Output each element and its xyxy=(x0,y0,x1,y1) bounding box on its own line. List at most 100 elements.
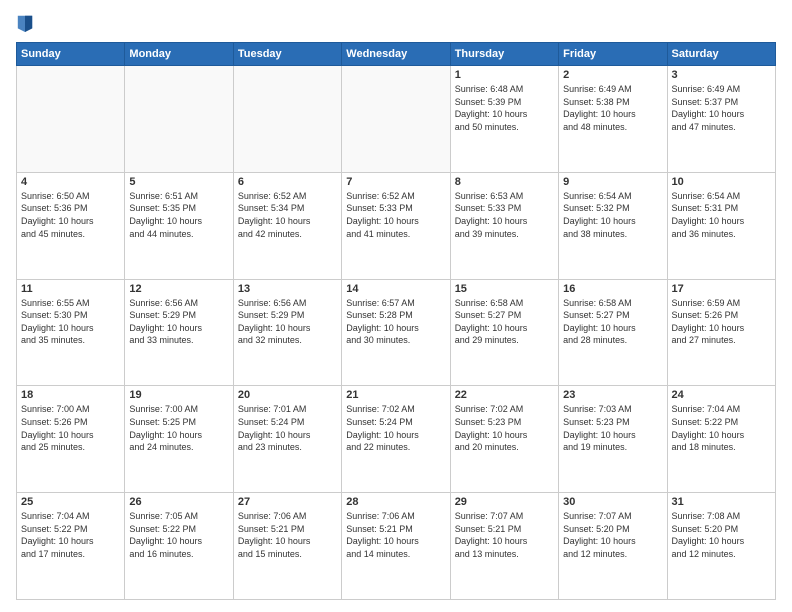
calendar-cell xyxy=(233,66,341,173)
week-row-4: 25Sunrise: 7:04 AM Sunset: 5:22 PM Dayli… xyxy=(17,493,776,600)
calendar-cell: 29 Sunrise: 7:07 AM Sunset: 5:21 PM Dayli… xyxy=(450,493,558,600)
calendar-cell xyxy=(17,66,125,173)
day-info: Sunrise: 6:52 AM Sunset: 5:34 PM Dayligh… xyxy=(238,190,337,240)
day-header-friday: Friday xyxy=(559,43,667,66)
day-info: Sunrise: 6:57 AM Sunset: 5:28 PM Dayligh… xyxy=(346,297,445,347)
day-number: 29 xyxy=(455,496,554,508)
day-info: Sunrise: 6:59 AM Sunset: 5:26 PM Dayligh… xyxy=(672,297,771,347)
day-info: Sunrise: 7:07 AM Sunset: 5:21 PM Dayligh… xyxy=(455,510,554,560)
calendar-cell: 12 Sunrise: 6:56 AM Sunset: 5:29 PM Dayli… xyxy=(125,279,233,386)
day-info: Sunrise: 6:58 AM Sunset: 5:27 PM Dayligh… xyxy=(563,297,662,347)
day-info: Sunrise: 7:02 AM Sunset: 5:23 PM Dayligh… xyxy=(455,403,554,453)
week-row-1: 4 Sunrise: 6:50 AM Sunset: 5:36 PM Daylig… xyxy=(17,172,776,279)
day-info: Sunrise: 7:04 AM Sunset: 5:22 PM Dayligh… xyxy=(21,510,120,560)
calendar-cell: 14 Sunrise: 6:57 AM Sunset: 5:28 PM Dayli… xyxy=(342,279,450,386)
day-number: 30 xyxy=(563,496,662,508)
calendar-cell: 3Sunrise: 6:49 AM Sunset: 5:37 PM Daylig… xyxy=(667,66,775,173)
calendar-cell: 13Sunrise: 6:56 AM Sunset: 5:29 PM Dayli… xyxy=(233,279,341,386)
day-info: Sunrise: 6:50 AM Sunset: 5:36 PM Dayligh… xyxy=(21,190,120,240)
page: SundayMondayTuesdayWednesdayThursdayFrid… xyxy=(0,0,792,612)
day-number: 11 xyxy=(21,283,120,295)
day-info: Sunrise: 6:51 AM Sunset: 5:35 PM Dayligh… xyxy=(129,190,228,240)
day-number: 18 xyxy=(21,389,120,401)
header-row: SundayMondayTuesdayWednesdayThursdayFrid… xyxy=(17,43,776,66)
calendar-cell xyxy=(342,66,450,173)
day-info: Sunrise: 7:00 AM Sunset: 5:26 PM Dayligh… xyxy=(21,403,120,453)
calendar-cell: 22 Sunrise: 7:02 AM Sunset: 5:23 PM Dayli… xyxy=(450,386,558,493)
week-row-2: 11 Sunrise: 6:55 AM Sunset: 5:30 PM Dayli… xyxy=(17,279,776,386)
day-number: 20 xyxy=(238,389,337,401)
day-info: Sunrise: 6:56 AM Sunset: 5:29 PM Dayligh… xyxy=(238,297,337,347)
week-row-3: 18 Sunrise: 7:00 AM Sunset: 5:26 PM Dayli… xyxy=(17,386,776,493)
day-info: Sunrise: 6:53 AM Sunset: 5:33 PM Dayligh… xyxy=(455,190,554,240)
day-info: Sunrise: 7:08 AM Sunset: 5:20 PM Dayligh… xyxy=(672,510,771,560)
calendar-cell: 17Sunrise: 6:59 AM Sunset: 5:26 PM Dayli… xyxy=(667,279,775,386)
calendar-cell: 10Sunrise: 6:54 AM Sunset: 5:31 PM Dayli… xyxy=(667,172,775,279)
day-number: 8 xyxy=(455,176,554,188)
calendar-cell: 23 Sunrise: 7:03 AM Sunset: 5:23 PM Dayli… xyxy=(559,386,667,493)
day-number: 6 xyxy=(238,176,337,188)
calendar-cell: 30Sunrise: 7:07 AM Sunset: 5:20 PM Dayli… xyxy=(559,493,667,600)
calendar-cell: 26 Sunrise: 7:05 AM Sunset: 5:22 PM Dayli… xyxy=(125,493,233,600)
day-number: 14 xyxy=(346,283,445,295)
calendar-cell: 4 Sunrise: 6:50 AM Sunset: 5:36 PM Daylig… xyxy=(17,172,125,279)
calendar-cell: 28Sunrise: 7:06 AM Sunset: 5:21 PM Dayli… xyxy=(342,493,450,600)
day-info: Sunrise: 6:52 AM Sunset: 5:33 PM Dayligh… xyxy=(346,190,445,240)
day-header-thursday: Thursday xyxy=(450,43,558,66)
day-number: 31 xyxy=(672,496,771,508)
calendar-cell: 16 Sunrise: 6:58 AM Sunset: 5:27 PM Dayli… xyxy=(559,279,667,386)
calendar-cell: 15 Sunrise: 6:58 AM Sunset: 5:27 PM Dayli… xyxy=(450,279,558,386)
day-header-saturday: Saturday xyxy=(667,43,775,66)
day-header-sunday: Sunday xyxy=(17,43,125,66)
day-number: 5 xyxy=(129,176,228,188)
day-info: Sunrise: 6:56 AM Sunset: 5:29 PM Dayligh… xyxy=(129,297,228,347)
day-info: Sunrise: 6:48 AM Sunset: 5:39 PM Dayligh… xyxy=(455,83,554,133)
day-number: 12 xyxy=(129,283,228,295)
day-number: 19 xyxy=(129,389,228,401)
day-number: 22 xyxy=(455,389,554,401)
day-header-wednesday: Wednesday xyxy=(342,43,450,66)
day-info: Sunrise: 7:03 AM Sunset: 5:23 PM Dayligh… xyxy=(563,403,662,453)
day-number: 23 xyxy=(563,389,662,401)
week-row-0: 1 Sunrise: 6:48 AM Sunset: 5:39 PM Daylig… xyxy=(17,66,776,173)
day-info: Sunrise: 7:01 AM Sunset: 5:24 PM Dayligh… xyxy=(238,403,337,453)
calendar-cell: 19 Sunrise: 7:00 AM Sunset: 5:25 PM Dayli… xyxy=(125,386,233,493)
calendar-cell xyxy=(125,66,233,173)
day-info: Sunrise: 6:49 AM Sunset: 5:38 PM Dayligh… xyxy=(563,83,662,133)
day-info: Sunrise: 6:54 AM Sunset: 5:31 PM Dayligh… xyxy=(672,190,771,240)
calendar-cell: 25Sunrise: 7:04 AM Sunset: 5:22 PM Dayli… xyxy=(17,493,125,600)
logo-icon xyxy=(16,12,34,34)
day-info: Sunrise: 6:54 AM Sunset: 5:32 PM Dayligh… xyxy=(563,190,662,240)
calendar-cell: 31 Sunrise: 7:08 AM Sunset: 5:20 PM Dayli… xyxy=(667,493,775,600)
header xyxy=(16,12,776,34)
calendar-cell: 24Sunrise: 7:04 AM Sunset: 5:22 PM Dayli… xyxy=(667,386,775,493)
day-number: 21 xyxy=(346,389,445,401)
calendar-cell: 20 Sunrise: 7:01 AM Sunset: 5:24 PM Dayli… xyxy=(233,386,341,493)
calendar-table: SundayMondayTuesdayWednesdayThursdayFrid… xyxy=(16,42,776,600)
calendar-cell: 11 Sunrise: 6:55 AM Sunset: 5:30 PM Dayli… xyxy=(17,279,125,386)
calendar-cell: 18 Sunrise: 7:00 AM Sunset: 5:26 PM Dayli… xyxy=(17,386,125,493)
calendar-cell: 8 Sunrise: 6:53 AM Sunset: 5:33 PM Daylig… xyxy=(450,172,558,279)
day-info: Sunrise: 6:58 AM Sunset: 5:27 PM Dayligh… xyxy=(455,297,554,347)
day-number: 16 xyxy=(563,283,662,295)
day-info: Sunrise: 7:05 AM Sunset: 5:22 PM Dayligh… xyxy=(129,510,228,560)
day-number: 4 xyxy=(21,176,120,188)
day-number: 15 xyxy=(455,283,554,295)
calendar-cell: 2 Sunrise: 6:49 AM Sunset: 5:38 PM Daylig… xyxy=(559,66,667,173)
day-number: 26 xyxy=(129,496,228,508)
day-info: Sunrise: 7:06 AM Sunset: 5:21 PM Dayligh… xyxy=(346,510,445,560)
day-number: 7 xyxy=(346,176,445,188)
day-number: 2 xyxy=(563,69,662,81)
day-info: Sunrise: 6:55 AM Sunset: 5:30 PM Dayligh… xyxy=(21,297,120,347)
calendar-cell: 6 Sunrise: 6:52 AM Sunset: 5:34 PM Daylig… xyxy=(233,172,341,279)
calendar-cell: 1 Sunrise: 6:48 AM Sunset: 5:39 PM Daylig… xyxy=(450,66,558,173)
calendar-cell: 9 Sunrise: 6:54 AM Sunset: 5:32 PM Daylig… xyxy=(559,172,667,279)
day-info: Sunrise: 6:49 AM Sunset: 5:37 PM Dayligh… xyxy=(672,83,771,133)
day-number: 1 xyxy=(455,69,554,81)
calendar-cell: 27Sunrise: 7:06 AM Sunset: 5:21 PM Dayli… xyxy=(233,493,341,600)
logo xyxy=(16,12,38,34)
day-info: Sunrise: 7:00 AM Sunset: 5:25 PM Dayligh… xyxy=(129,403,228,453)
day-number: 24 xyxy=(672,389,771,401)
day-number: 9 xyxy=(563,176,662,188)
calendar-cell: 5 Sunrise: 6:51 AM Sunset: 5:35 PM Daylig… xyxy=(125,172,233,279)
